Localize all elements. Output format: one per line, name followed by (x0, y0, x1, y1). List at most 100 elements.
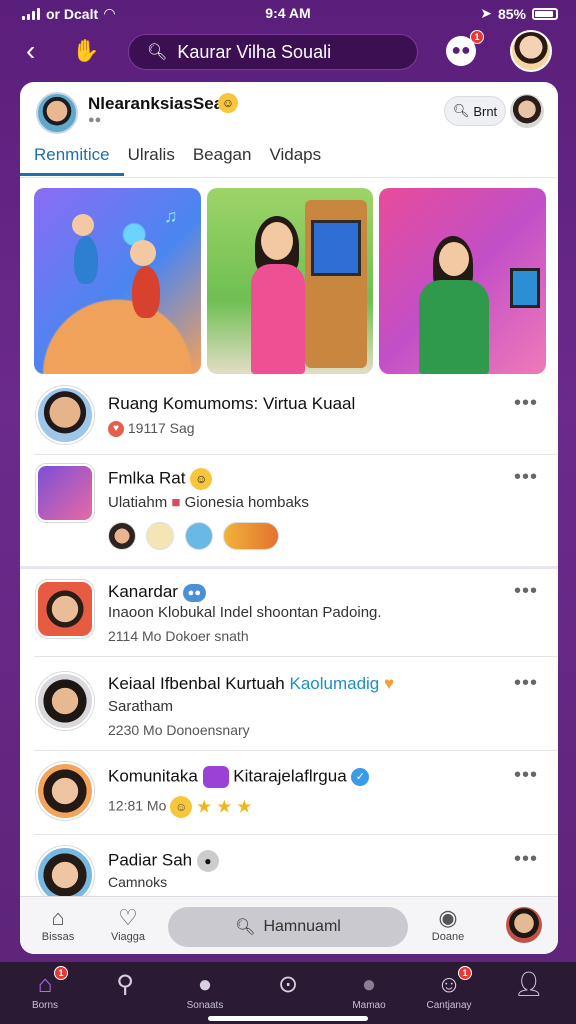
tab-bar-label: Mamao (352, 1000, 386, 1011)
activity-tab-label: Viagga (110, 931, 146, 943)
tab-bar-item-search[interactable]: ⚲ (90, 970, 160, 1000)
tab-bar-item-messages[interactable]: ● Mamao (334, 970, 404, 1011)
chat-icon: ●● (451, 42, 471, 59)
tab-1[interactable]: Ulralis (128, 142, 189, 176)
list-item-title: Kanardar ●● (108, 582, 206, 602)
smile-emoji-icon: ☺ (170, 796, 193, 818)
messages-tab[interactable]: ◉ Doane (420, 905, 476, 943)
star-icon: ★ (216, 796, 233, 817)
list-item-subtitle-a: Ulatiahm (108, 494, 168, 511)
person-head (260, 222, 293, 260)
hand-icon[interactable]: ✋ (72, 38, 99, 66)
smile-icon: ☺ 1 (414, 966, 484, 1000)
home-icon: ⌂ (51, 905, 65, 930)
top-nav: ‹ ✋ 🔍︎ Kaurar Vilha Souali ●● 1 (0, 30, 576, 76)
verified-icon: ✓ (351, 768, 370, 786)
battery-icon (532, 7, 558, 20)
list-item-title: Padiar Sah ● (108, 850, 219, 872)
cartoon-kid-head (130, 240, 156, 266)
activity-tab[interactable]: ♡ Viagga (100, 905, 156, 943)
list-item[interactable]: Keiaal Ifbenbal Kurtuah Kaolumadig ♥ Sar… (20, 668, 558, 748)
community-tabs: Renmitice Ulralis Beagan Vidaps (20, 142, 339, 176)
more-options-icon[interactable]: ••• (514, 580, 538, 603)
kiosk-screen (311, 220, 362, 276)
member-chip[interactable] (184, 522, 213, 550)
search-icon: ⚲ (116, 971, 134, 998)
list-item[interactable]: Fmlka Rat ☺ Ulatiahm ■ Gionesia hombaks … (20, 460, 558, 564)
tab-bar-item-profile[interactable]: 👤︎ (494, 970, 564, 1000)
person-body (250, 264, 305, 374)
community-header: NlearanksiasSear ☺ ●● 🔍︎ Brnt Renmitice … (20, 82, 558, 178)
list-item-meta: 2230 Mo Donoensnary (108, 722, 250, 738)
list-item-title-b: Kaolumadig (289, 674, 380, 693)
member-chip[interactable] (108, 522, 136, 550)
tab-bar-item-home[interactable]: ⌂ 1 Borns (10, 966, 80, 1011)
home-indicator[interactable] (208, 1016, 368, 1021)
status-icon: ● (196, 850, 219, 872)
list-item[interactable]: Ruang Komumoms: Virtua Kuaal ♥ 19117 Sag… (20, 382, 558, 454)
list-item[interactable]: Komunitaka Kitarajelaflrgua ✓ 12:81 Mo ☺… (20, 760, 558, 832)
cartoon-kid-head (72, 214, 94, 236)
list-item-subtitle: Ulatiahm ■ Gionesia hombaks (108, 494, 309, 511)
heart-icon: ♥ (108, 421, 124, 438)
chat-badge: 1 (470, 30, 484, 44)
divider (34, 656, 558, 657)
divider (34, 750, 558, 751)
chat-icon: ● (197, 971, 213, 998)
cartoon-kid-body (74, 236, 98, 284)
gallery-image-room[interactable] (379, 188, 547, 374)
compass-icon: ⊙ (277, 971, 299, 998)
avatar (36, 762, 94, 820)
more-options-icon[interactable]: ••• (514, 848, 538, 871)
monitor (510, 268, 541, 308)
list-item-meta: 2114 Mo Dokoer snath (108, 628, 249, 644)
tab-0[interactable]: Renmitice (20, 142, 124, 176)
inner-toolbar: ⌂ Bissas ♡ Viagga 🔍︎ Hamnuaml ◉ Doane (20, 896, 558, 954)
list-item-subtitle: Inaoon Klobukal Indel shoontan Padoing. (108, 604, 382, 621)
list-item-meta: 19117 Sag (127, 420, 195, 436)
person-body (419, 280, 490, 374)
tab-bar-item-community[interactable]: ☺ 1 Cantjanay (414, 966, 484, 1011)
tab-bar-item-explore[interactable]: ⊙ (253, 970, 323, 1000)
community-avatar[interactable] (36, 92, 78, 134)
chat-button[interactable]: ●● 1 (446, 30, 484, 66)
messages-tab-label: Doane (431, 931, 465, 943)
divider (34, 454, 558, 455)
cartoon-kid-body (132, 266, 160, 318)
person-icon: 👤︎ (513, 971, 545, 998)
heart-icon: ♥ (384, 674, 395, 693)
tab-bar-label: Cantjanay (426, 1000, 472, 1011)
star-icon: ★ (196, 796, 213, 817)
avatar (36, 580, 94, 638)
list-item-title-a: Komunitaka (108, 766, 198, 786)
bottom-tab-bar: ⌂ 1 Borns ⚲ ● Sonaats ⊙ ● Mamao ☺ 1 Cantja… (0, 962, 576, 1024)
member-chips (108, 522, 285, 550)
more-options-icon[interactable]: ••• (514, 392, 538, 415)
home-tab[interactable]: ⌂ Bissas (30, 905, 86, 943)
member-avatar[interactable] (510, 94, 544, 128)
profile-avatar[interactable] (510, 30, 552, 72)
more-options-icon[interactable]: ••• (514, 672, 538, 695)
inner-profile-avatar[interactable] (506, 907, 542, 943)
inner-search-button[interactable]: 🔍︎ Hamnuaml (168, 907, 408, 947)
more-options-icon[interactable]: ••• (514, 466, 538, 489)
inner-search-text: Hamnuaml (263, 918, 341, 935)
more-options-icon[interactable]: ••• (514, 764, 538, 787)
back-button[interactable]: ‹ (26, 37, 52, 66)
tab-2[interactable]: Beagan (193, 142, 266, 176)
list-item[interactable]: Padiar Sah ● Camnoks ••• (20, 844, 558, 904)
gallery-image-dancing-kids[interactable]: ♫ (34, 188, 201, 374)
member-chip-group[interactable] (223, 522, 280, 550)
member-chip[interactable] (146, 522, 175, 550)
tab-bar-item-chats[interactable]: ● Sonaats (170, 970, 240, 1011)
list-item[interactable]: Kanardar ●● Inaoon Klobukal Indel shoont… (20, 576, 558, 652)
list-item-title-text: Fmlka Rat (108, 468, 186, 488)
tab-3[interactable]: Vidaps (269, 142, 335, 176)
list-item-title-a: Keiaal Ifbenbal Kurtuah (108, 674, 285, 693)
search-input[interactable]: 🔍︎ Kaurar Vilha Souali (128, 34, 418, 70)
community-search-button[interactable]: 🔍︎ Brnt (444, 96, 506, 126)
home-badge: 1 (54, 966, 68, 980)
search-icon: 🔍︎ (235, 919, 256, 936)
list-item-title-text: Kanardar (108, 582, 178, 601)
gallery-image-kiosk[interactable] (206, 188, 374, 374)
